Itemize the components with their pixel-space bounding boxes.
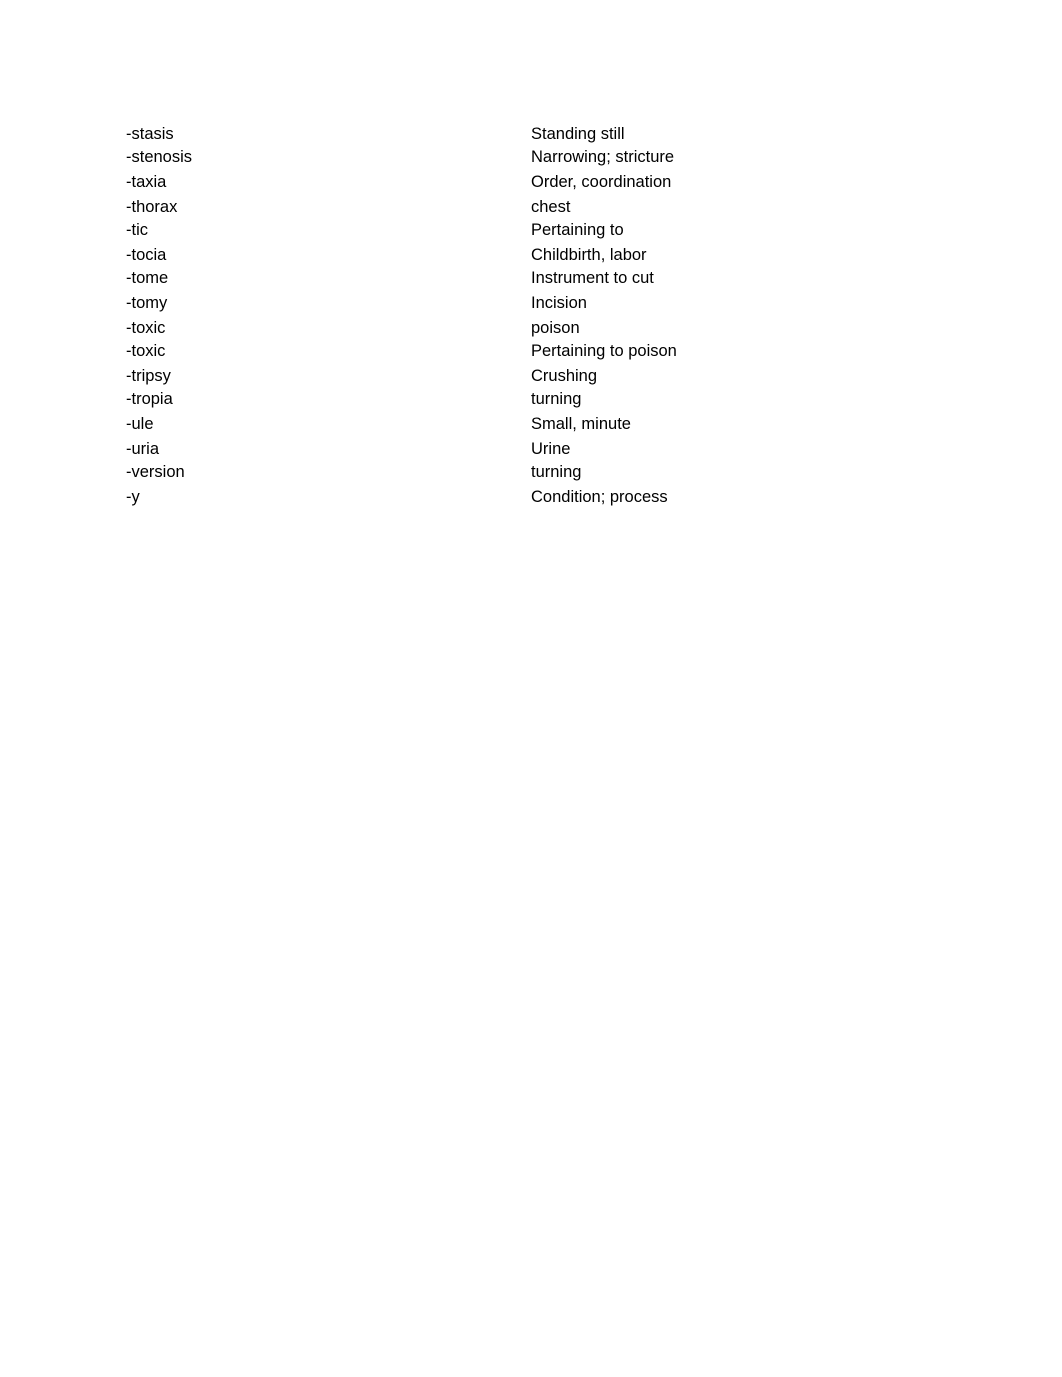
table-row: -y Condition; process: [0, 485, 1062, 509]
suffix-meaning: chest: [531, 198, 571, 216]
suffix-term: -tomy: [126, 294, 168, 312]
table-row: -uria Urine: [0, 437, 1062, 461]
suffix-meaning: Incision: [531, 294, 587, 312]
table-row: -tocia Childbirth, labor: [0, 243, 1062, 267]
table-row: -ule Small, minute: [0, 412, 1062, 436]
table-row: -taxia Order, coordination: [0, 170, 1062, 194]
suffix-meaning: Condition; process: [531, 488, 668, 506]
suffix-meaning: Pertaining to poison: [531, 342, 677, 360]
suffix-term: -tocia: [126, 246, 167, 264]
suffix-term: -ule: [126, 415, 154, 433]
suffix-term: -version: [126, 463, 185, 481]
suffix-term: -thorax: [126, 198, 178, 216]
table-row: -stenosis Narrowing; stricture: [0, 145, 1062, 169]
table-row: -toxic Pertaining to poison: [0, 339, 1062, 363]
table-row: -stasis Standing still: [0, 122, 1062, 146]
suffix-meaning: turning: [531, 390, 582, 408]
suffix-term: -taxia: [126, 173, 167, 191]
suffix-meaning: Crushing: [531, 367, 598, 385]
suffix-meaning: Childbirth, labor: [531, 246, 647, 264]
suffix-meaning: Instrument to cut: [531, 269, 654, 287]
spreadsheet-page: -stasis Standing still -stenosis Narrowi…: [0, 0, 1062, 1377]
suffix-term: -tripsy: [126, 367, 171, 385]
suffix-term: -stenosis: [126, 148, 193, 166]
table-row: -toxic poison: [0, 316, 1062, 340]
suffix-meaning: poison: [531, 319, 580, 337]
suffix-term: -toxic: [126, 319, 166, 337]
suffix-term: -uria: [126, 440, 160, 458]
suffix-meaning: turning: [531, 463, 582, 481]
table-row: -tropia turning: [0, 387, 1062, 411]
suffix-meaning: Pertaining to: [531, 221, 624, 239]
suffix-term: -toxic: [126, 342, 166, 360]
suffix-term: -tic: [126, 221, 148, 239]
suffix-meaning: Standing still: [531, 125, 625, 143]
suffix-term: -stasis: [126, 125, 174, 143]
suffix-meaning: Order, coordination: [531, 173, 672, 191]
suffix-meaning: Narrowing; stricture: [531, 148, 675, 166]
table-row: -tripsy Crushing: [0, 364, 1062, 388]
suffix-meaning: Small, minute: [531, 415, 631, 433]
suffix-term: -y: [126, 488, 140, 506]
suffix-term: -tropia: [126, 390, 173, 408]
suffix-meaning: Urine: [531, 440, 571, 458]
suffix-term: -tome: [126, 269, 169, 287]
table-row: -tomy Incision: [0, 291, 1062, 315]
table-row: -tome Instrument to cut: [0, 266, 1062, 290]
table-row: -tic Pertaining to: [0, 218, 1062, 242]
table-row: -thorax chest: [0, 195, 1062, 219]
table-row: -version turning: [0, 460, 1062, 484]
